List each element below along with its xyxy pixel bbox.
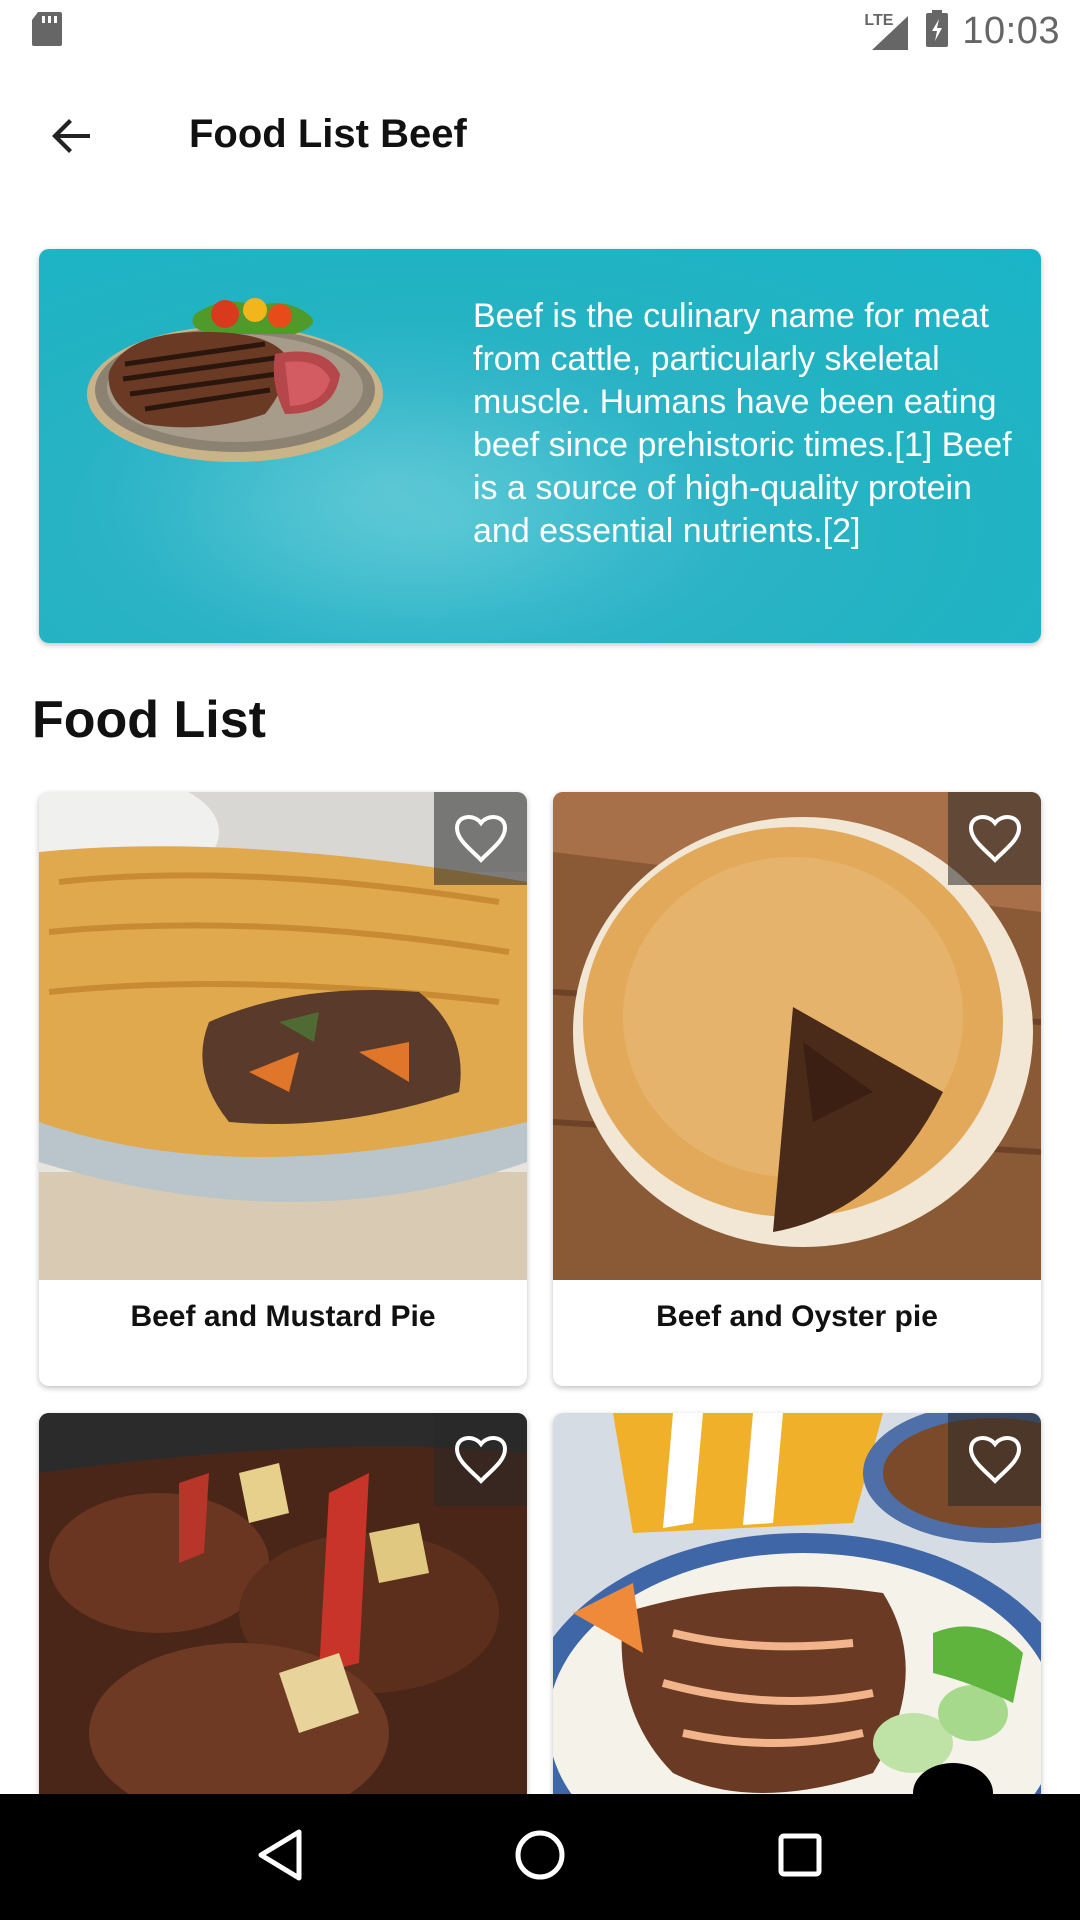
heart-outline-icon (454, 814, 508, 864)
nav-home-button[interactable] (495, 1812, 585, 1902)
page-title: Food List Beef (189, 112, 467, 156)
food-image (553, 792, 1041, 1280)
favorite-button[interactable] (434, 792, 527, 885)
favorite-button[interactable] (948, 1413, 1041, 1506)
status-time: 10:03 (962, 10, 1060, 52)
food-name: Beef and Mustard Pie (130, 1300, 436, 1333)
section-title: Food List (32, 691, 266, 749)
food-card[interactable]: Beef and Mustard Pie (39, 792, 527, 1386)
screen: LTE 10:03 Food List Beef Beef is the cul… (0, 0, 1080, 1920)
banner-description: Beef is the culinary name for meat from … (473, 297, 1012, 550)
status-left (30, 10, 64, 53)
favorite-button[interactable] (948, 792, 1041, 885)
signal-icon: LTE (864, 12, 912, 52)
heart-outline-icon (968, 814, 1022, 864)
toolbar: Food List Beef (0, 63, 1080, 210)
favorite-button[interactable] (434, 1413, 527, 1506)
food-name: Beef and Oyster pie (656, 1300, 938, 1333)
nav-recents-button[interactable] (755, 1812, 845, 1902)
heart-outline-icon (454, 1435, 508, 1485)
category-banner: Beef is the culinary name for meat from … (39, 249, 1041, 643)
heart-outline-icon (968, 1435, 1022, 1485)
recents-square-icon (775, 1830, 825, 1885)
arrow-back-icon (48, 112, 96, 165)
back-triangle-icon (255, 1828, 305, 1887)
battery-charging-icon (924, 9, 950, 54)
nav-back-button[interactable] (235, 1812, 325, 1902)
back-button[interactable] (42, 108, 102, 168)
food-card[interactable]: Beef and Oyster pie (553, 792, 1041, 1386)
status-right: LTE 10:03 (864, 9, 1060, 54)
system-nav-bar (0, 1794, 1080, 1920)
home-circle-icon (513, 1828, 567, 1887)
sd-card-icon (30, 10, 64, 53)
food-image (39, 792, 527, 1280)
steak-plate-image (85, 284, 395, 474)
status-bar: LTE 10:03 (0, 0, 1080, 63)
